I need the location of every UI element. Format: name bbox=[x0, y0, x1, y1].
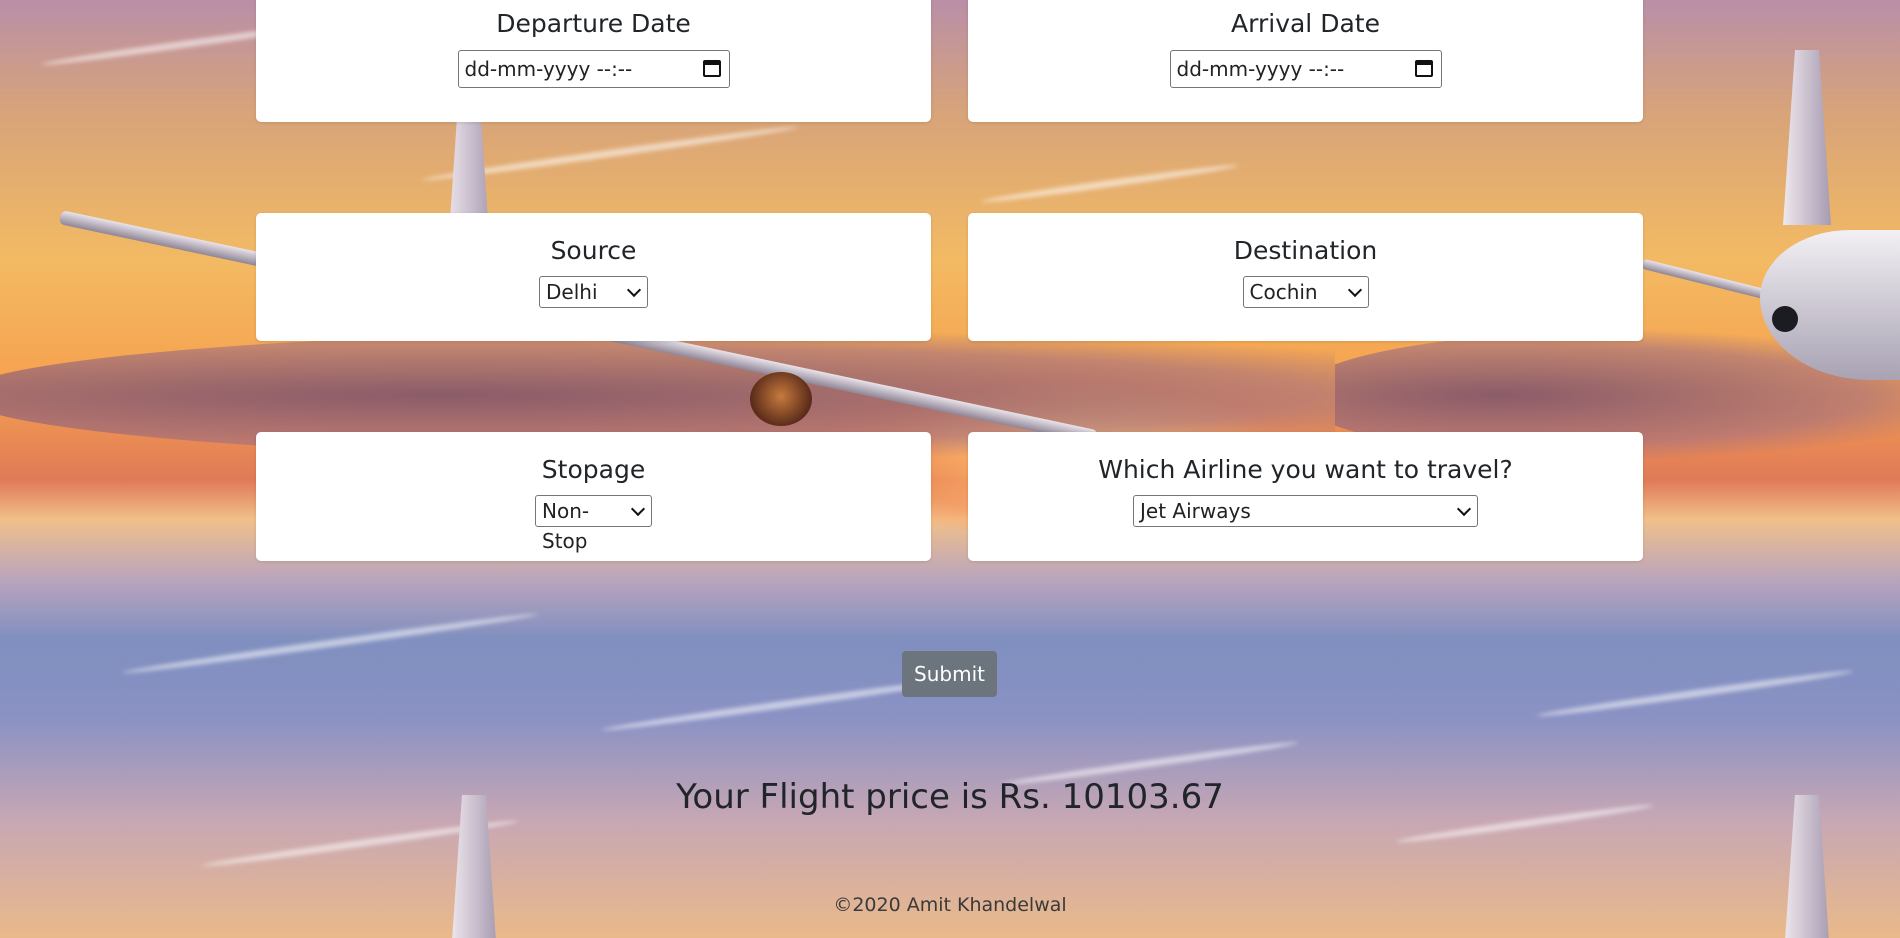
airline-selected-value: Jet Airways bbox=[1140, 499, 1251, 523]
airline-select[interactable]: Jet Airways bbox=[1133, 495, 1478, 527]
submit-button[interactable]: Submit bbox=[902, 651, 997, 697]
arrival-date-placeholder: dd-mm-yyyy --:-- bbox=[1176, 57, 1345, 81]
chevron-down-icon bbox=[630, 501, 646, 517]
departure-date-card: Departure Date dd-mm-yyyy --:-- bbox=[256, 0, 931, 122]
source-select[interactable]: Delhi bbox=[539, 276, 648, 308]
source-card: Source Delhi bbox=[256, 213, 931, 341]
stopage-selected-value: Non-Stop bbox=[542, 499, 590, 553]
footer-copyright: ©2020 Amit Khandelwal bbox=[833, 894, 1067, 916]
stopage-card: Stopage Non-Stop bbox=[256, 432, 931, 561]
chevron-down-icon bbox=[1456, 501, 1472, 517]
chevron-down-icon bbox=[626, 282, 642, 298]
destination-selected-value: Cochin bbox=[1249, 280, 1318, 304]
source-selected-value: Delhi bbox=[546, 280, 598, 304]
airline-card: Which Airline you want to travel? Jet Ai… bbox=[968, 432, 1643, 561]
departure-date-input[interactable]: dd-mm-yyyy --:-- bbox=[457, 50, 730, 88]
calendar-icon[interactable] bbox=[702, 60, 721, 77]
stopage-select[interactable]: Non-Stop bbox=[535, 495, 652, 553]
destination-card: Destination Cochin bbox=[968, 213, 1643, 341]
destination-label: Destination bbox=[1233, 236, 1378, 265]
departure-date-label: Departure Date bbox=[496, 9, 691, 38]
airline-label: Which Airline you want to travel? bbox=[1098, 455, 1513, 484]
source-label: Source bbox=[550, 236, 637, 265]
departure-date-placeholder: dd-mm-yyyy --:-- bbox=[464, 57, 633, 81]
arrival-date-label: Arrival Date bbox=[1231, 9, 1380, 38]
arrival-date-card: Arrival Date dd-mm-yyyy --:-- bbox=[968, 0, 1643, 122]
destination-select[interactable]: Cochin bbox=[1242, 276, 1369, 308]
flight-price-result: Your Flight price is Rs. 10103.67 bbox=[676, 777, 1224, 817]
arrival-date-input[interactable]: dd-mm-yyyy --:-- bbox=[1169, 50, 1442, 88]
stopage-label: Stopage bbox=[541, 455, 646, 484]
calendar-icon[interactable] bbox=[1414, 60, 1433, 77]
chevron-down-icon bbox=[1347, 282, 1362, 298]
